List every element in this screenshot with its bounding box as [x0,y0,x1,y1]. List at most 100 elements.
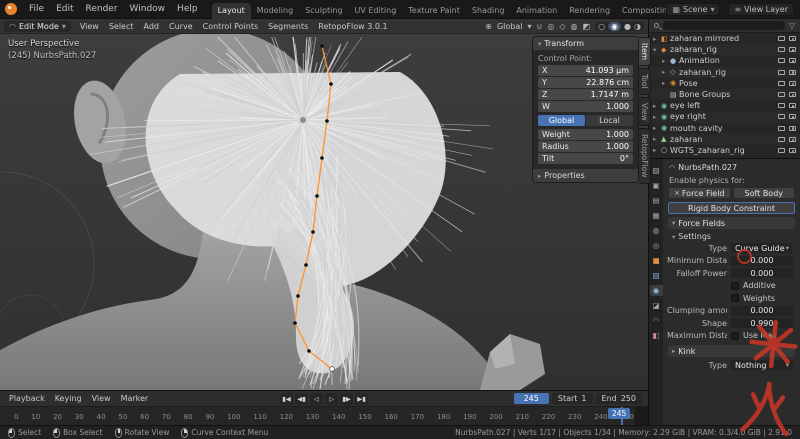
outliner-item-label[interactable]: mouth cavity [670,124,778,133]
transport-button[interactable]: ▮▶ [340,392,353,405]
outliner-row[interactable]: ▸ ○ WGTS_zaharan_rig [649,145,800,156]
render-visibility-toggle[interactable] [789,103,796,109]
workspace-tab[interactable]: Sculpting [299,3,348,19]
workspace-tab[interactable]: Modeling [251,3,299,19]
viewport-menu-item[interactable]: Add [139,22,165,31]
outliner-row[interactable]: ▸ ◉ eye right [649,111,800,123]
wireframe-shading-icon[interactable]: ○ [598,22,605,31]
outliner-row[interactable]: ▾ ◆ zaharan_rig [649,44,800,56]
kink-section-header[interactable]: ▸ Kink [668,345,795,357]
viewport-menu-item[interactable]: Select [104,22,139,31]
workspace-tab[interactable]: Animation [510,3,563,19]
outliner-item-label[interactable]: WGTS_zaharan_rig [670,146,778,155]
curve-control-point[interactable] [304,263,308,267]
rendered-shading-icon[interactable]: ◑ [634,22,641,31]
curve-control-point[interactable] [311,230,315,234]
properties-tab-icon[interactable]: ◧ [650,330,663,341]
properties-tab-icon[interactable]: ▧ [650,270,663,281]
blender-logo-icon[interactable] [5,3,17,15]
end-frame-field[interactable]: End 250 [595,393,642,404]
properties-tab-icon[interactable]: ▤ [650,195,663,206]
start-frame-field[interactable]: Start 1 [551,393,593,404]
expander-icon[interactable]: ▸ [653,102,661,110]
transport-button[interactable]: ◀▮ [295,392,308,405]
render-visibility-toggle[interactable] [789,80,796,86]
coordinate-field[interactable]: Y 22.876 cm [538,77,633,88]
force-field-button[interactable]: × Force Field [668,187,731,199]
outliner-item-label[interactable]: Bone Groups [679,90,778,99]
viewport-menu-item[interactable]: RetopoFlow 3.0.1 [313,22,392,31]
curve-control-point[interactable] [315,194,319,198]
point-slider-field[interactable]: Weight 1.000 [538,129,633,140]
outliner-search-input[interactable] [663,21,785,30]
workspace-tab[interactable]: UV Editing [349,3,403,19]
space-toggle-button[interactable]: Local [586,115,633,126]
scene-selector[interactable]: ▦ Scene ▾ [666,2,721,16]
n-panel-tab[interactable]: Item [639,37,651,67]
additive-checkbox[interactable]: Additive [731,281,793,290]
proportional-editing-icon[interactable]: ◎ [547,22,554,31]
properties-tab-icon[interactable]: ▣ [650,180,663,191]
curve-control-point[interactable] [296,294,300,298]
min-distance-field[interactable]: 0.000 [731,255,793,266]
workspace-tab[interactable]: Compositing [616,3,666,19]
expander-icon[interactable]: ▸ [662,79,670,87]
curve-control-point[interactable] [307,349,311,353]
viewport-visibility-toggle[interactable] [778,92,785,98]
use-max-checkbox[interactable]: Use Max [731,331,793,340]
weights-checkbox[interactable]: Weights [731,294,793,303]
falloff-power-field[interactable]: 0.000 [731,268,793,279]
n-panel-tab[interactable]: View [639,96,651,127]
properties-tab-icon[interactable]: ◠ [650,315,663,326]
search-icon[interactable] [654,23,659,28]
viewport-visibility-toggle[interactable] [778,103,785,109]
expander-icon[interactable]: ▸ [653,113,661,121]
properties-tab-icon[interactable]: ■ [650,255,663,266]
expander-icon[interactable]: ▸ [653,35,661,43]
outliner-row[interactable]: ▸ ◉ mouth cavity [649,123,800,134]
force-type-dropdown[interactable]: Curve Guide ▾ [731,243,793,254]
curve-control-point[interactable] [329,82,333,86]
coordinate-field[interactable]: Z 1.7147 m [538,89,633,100]
transform-panel-header[interactable]: ▾ Transform [533,37,638,50]
properties-tab-icon[interactable]: ◉ [649,285,663,296]
viewport-menu-item[interactable]: Control Points [198,22,264,31]
timeline-menu-item[interactable]: Keying [50,394,87,403]
topbar-menu-item[interactable]: Window [124,4,172,14]
outliner-row[interactable]: ▸ ◉ eye left [649,100,800,111]
render-visibility-toggle[interactable] [789,69,796,75]
chevron-down-icon[interactable]: ▾ [528,22,532,31]
curve-control-point[interactable] [320,156,324,160]
snap-magnet-icon[interactable]: ∪ [537,22,543,31]
outliner-row[interactable]: ▸ ◧ zaharan mirrored [649,33,800,44]
topbar-menu-item[interactable]: Render [80,4,124,14]
solid-shading-icon[interactable]: ◉ [608,21,622,31]
expander-icon[interactable]: ▸ [653,135,661,143]
viewport-visibility-toggle[interactable] [778,69,785,75]
viewport-visibility-toggle[interactable] [778,47,785,53]
properties-tab-icon[interactable]: ▦ [650,210,663,221]
n-panel-tab[interactable]: RetopoFlow [639,128,651,184]
timeline-menu-item[interactable]: Marker [116,394,154,403]
force-fields-section-header[interactable]: ▾ Force Fields [668,217,795,229]
outliner-item-label[interactable]: zaharan [670,135,778,144]
transport-button[interactable]: ▷ [325,392,338,405]
outliner-item-label[interactable]: zaharan_rig [670,45,778,54]
overlays-toggle-icon[interactable]: ◍ [571,22,578,31]
properties-tab-icon[interactable]: ◪ [650,300,663,311]
timeline-menu-item[interactable]: Playback [4,394,50,403]
space-toggle-button[interactable]: Global [538,115,585,126]
expander-icon[interactable]: ▸ [653,146,661,154]
rigid-body-constraint-button[interactable]: Rigid Body Constraint [668,202,795,214]
coordinate-field[interactable]: W 1.000 [538,101,633,112]
render-visibility-toggle[interactable] [789,92,796,98]
gizmo-toggle-icon[interactable]: ◇ [559,22,565,31]
material-shading-icon[interactable]: ● [624,22,631,31]
viewport-visibility-toggle[interactable] [778,36,785,42]
timeline-ruler[interactable]: 0 10 20 30 40 50 60 70 80 90 100 110 120 130 140 150 160… [0,406,648,426]
soft-body-button[interactable]: Soft Body [732,187,795,199]
shape-field[interactable]: 0.990 [731,318,793,329]
viewport-canvas[interactable]: User Perspective (245) NurbsPath.027 ▾ T… [0,34,648,390]
viewport-menu-item[interactable]: View [75,22,104,31]
mode-selector[interactable]: ◠ Edit Mode ▾ [4,20,71,32]
